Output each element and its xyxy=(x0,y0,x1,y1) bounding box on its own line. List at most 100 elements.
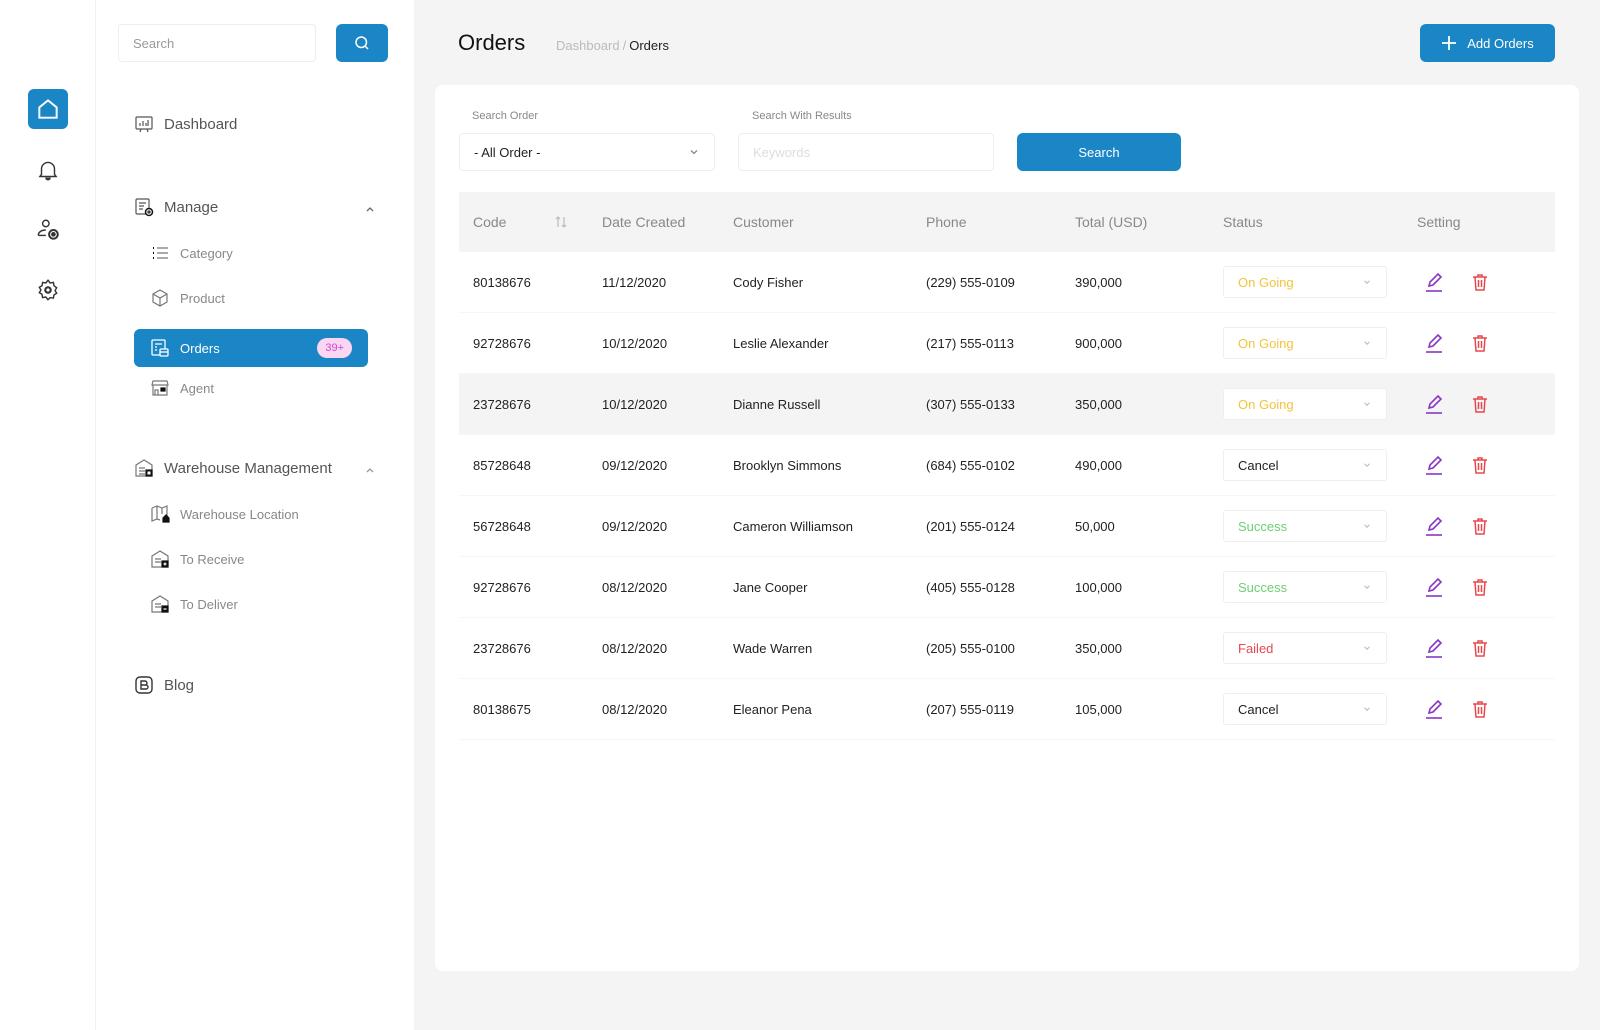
breadcrumb-dashboard-link[interactable]: Dashboard xyxy=(556,38,620,53)
sidebar-item-orders[interactable]: Orders 39+ xyxy=(134,329,368,367)
sidebar-item-category[interactable]: Category xyxy=(150,243,233,263)
order-total: 100,000 xyxy=(1075,579,1122,595)
table-row: 23728676 10/12/2020 Dianne Russell (307)… xyxy=(459,374,1555,435)
status-select[interactable]: Success xyxy=(1223,510,1387,542)
trash-icon xyxy=(1473,274,1487,291)
chevron-down-icon xyxy=(1364,463,1370,468)
bell-icon xyxy=(38,161,58,181)
sidebar-item-to-deliver[interactable]: To Deliver xyxy=(150,594,238,614)
order-total: 350,000 xyxy=(1075,640,1122,656)
sidebar-group-manage[interactable]: Manage xyxy=(134,197,218,217)
sidebar-item-label: To Deliver xyxy=(180,596,238,612)
trash-icon xyxy=(1473,640,1487,657)
sidebar-item-product[interactable]: Product xyxy=(150,288,225,308)
status-select[interactable]: On Going xyxy=(1223,388,1387,420)
status-select[interactable]: On Going xyxy=(1223,266,1387,298)
keywords-input[interactable] xyxy=(738,133,994,171)
chevron-up-icon[interactable] xyxy=(364,203,376,215)
sidebar-item-label: Orders xyxy=(180,340,220,356)
edit-button[interactable] xyxy=(1423,576,1445,598)
search-icon xyxy=(355,36,369,50)
order-filter-select[interactable]: - All Order - xyxy=(459,133,715,171)
order-code: 23728676 xyxy=(473,396,531,412)
rail-notifications-button[interactable] xyxy=(28,150,68,190)
trash-icon xyxy=(1473,518,1487,535)
search-button[interactable]: Search xyxy=(1017,133,1181,171)
edit-button[interactable] xyxy=(1423,637,1445,659)
sidebar-item-label: Blog xyxy=(164,676,195,694)
sidebar-item-dashboard[interactable]: Dashboard xyxy=(134,114,237,134)
edit-button[interactable] xyxy=(1423,393,1445,415)
order-phone: (307) 555-0133 xyxy=(926,396,1015,412)
column-header-code[interactable]: Code xyxy=(473,214,506,230)
status-value: Cancel xyxy=(1238,701,1279,717)
delete-button[interactable] xyxy=(1469,515,1491,537)
sidebar-search-input[interactable] xyxy=(118,24,316,62)
status-select[interactable]: Failed xyxy=(1223,632,1387,664)
order-total: 900,000 xyxy=(1075,335,1122,351)
edit-button[interactable] xyxy=(1423,332,1445,354)
edit-button[interactable] xyxy=(1423,515,1445,537)
edit-button[interactable] xyxy=(1423,454,1445,476)
order-customer: Brooklyn Simmons xyxy=(733,457,842,473)
sidebar-item-label: To Receive xyxy=(180,551,245,567)
delete-button[interactable] xyxy=(1469,393,1491,415)
sidebar-item-warehouse-location[interactable]: Warehouse Location xyxy=(150,504,299,524)
delete-button[interactable] xyxy=(1469,454,1491,476)
orders-count-badge: 39+ xyxy=(317,338,352,358)
sort-icon[interactable] xyxy=(554,215,568,229)
order-phone: (405) 555-0128 xyxy=(926,579,1015,595)
edit-button[interactable] xyxy=(1423,271,1445,293)
page-title: Orders xyxy=(458,30,526,55)
breadcrumb-separator: / xyxy=(622,38,627,53)
user-settings-icon xyxy=(37,219,59,240)
pencil-icon xyxy=(1426,577,1443,597)
delete-button[interactable] xyxy=(1469,576,1491,598)
status-select[interactable]: Cancel xyxy=(1223,693,1387,725)
edit-button[interactable] xyxy=(1423,698,1445,720)
pencil-icon xyxy=(1426,333,1443,353)
order-phone: (201) 555-0124 xyxy=(926,518,1015,534)
status-select[interactable]: Success xyxy=(1223,571,1387,603)
delete-button[interactable] xyxy=(1469,698,1491,720)
pencil-icon xyxy=(1426,455,1443,475)
status-select[interactable]: Cancel xyxy=(1223,449,1387,481)
rail-home-button[interactable] xyxy=(28,89,68,129)
trash-icon xyxy=(1473,701,1487,718)
sidebar-item-agent[interactable]: Agent xyxy=(150,378,214,398)
pencil-icon xyxy=(1426,394,1443,414)
home-icon xyxy=(38,99,58,119)
delete-button[interactable] xyxy=(1469,271,1491,293)
pencil-icon xyxy=(1426,699,1443,719)
order-customer: Wade Warren xyxy=(733,640,813,656)
delete-button[interactable] xyxy=(1469,332,1491,354)
sidebar-group-label: Manage xyxy=(164,198,219,216)
add-orders-button[interactable]: Add Orders xyxy=(1420,24,1555,62)
sidebar-group-warehouse[interactable]: Warehouse Management xyxy=(134,458,332,478)
table-row: 80138676 11/12/2020 Cody Fisher (229) 55… xyxy=(459,252,1555,313)
column-header-status: Status xyxy=(1223,214,1263,230)
status-select[interactable]: On Going xyxy=(1223,327,1387,359)
column-header-total: Total (USD) xyxy=(1075,214,1148,230)
order-date: 09/12/2020 xyxy=(602,457,668,473)
sidebar-item-to-receive[interactable]: To Receive xyxy=(150,549,244,569)
delete-button[interactable] xyxy=(1469,637,1491,659)
order-date: 10/12/2020 xyxy=(602,335,668,351)
rail-users-button[interactable] xyxy=(28,210,68,250)
order-code: 85728648 xyxy=(473,457,531,473)
order-total: 490,000 xyxy=(1075,457,1122,473)
order-date: 08/12/2020 xyxy=(602,579,668,595)
column-header-customer: Customer xyxy=(733,214,794,230)
order-code: 23728676 xyxy=(473,640,531,656)
chevron-up-icon[interactable] xyxy=(364,464,376,476)
chevron-down-icon xyxy=(1364,402,1370,407)
sidebar-item-blog[interactable]: Blog xyxy=(134,675,194,695)
trash-icon xyxy=(1473,396,1487,413)
column-header-phone: Phone xyxy=(926,214,967,230)
order-filter-value: - All Order - xyxy=(474,144,541,160)
sidebar-search-button[interactable] xyxy=(336,24,388,62)
rail-settings-button[interactable] xyxy=(28,270,68,310)
order-date: 09/12/2020 xyxy=(602,518,668,534)
gear-icon xyxy=(38,279,58,301)
order-date: 08/12/2020 xyxy=(602,701,668,717)
